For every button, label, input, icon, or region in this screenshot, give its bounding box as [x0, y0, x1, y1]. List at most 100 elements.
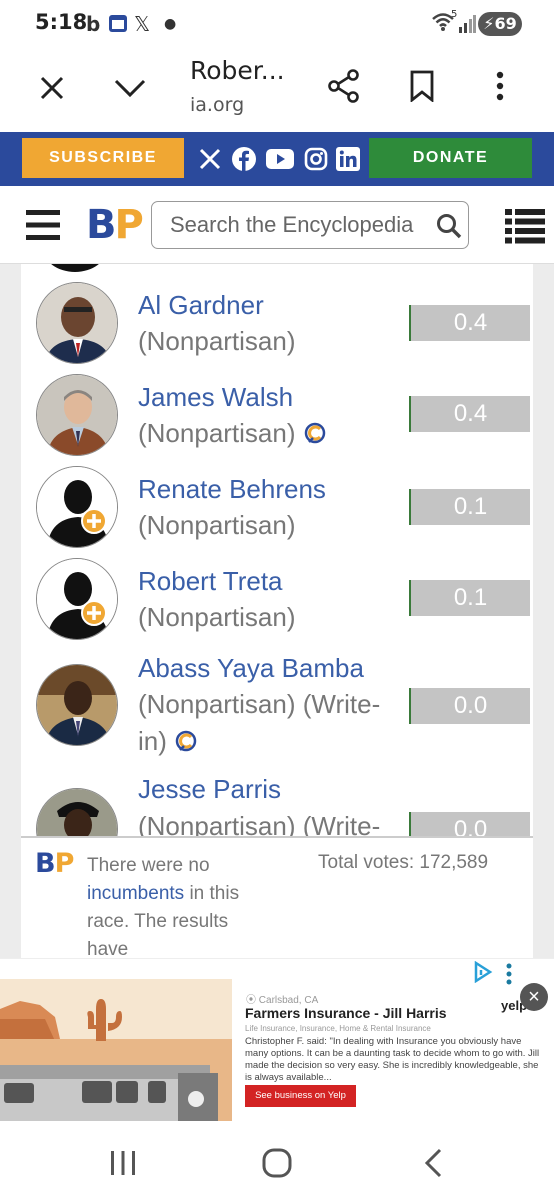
- collapse-button[interactable]: [108, 66, 152, 110]
- bp-header: BP: [0, 186, 554, 264]
- ad-body: Christopher F. said: "In dealing with In…: [245, 1036, 540, 1083]
- x-social-link[interactable]: [196, 145, 224, 173]
- screen: 5:18 b 𝕏 ● 5 ⚡69 Rober... ia.org SUBSCRI…: [0, 0, 554, 1200]
- candidate-party: (Nonpartisan): [138, 415, 393, 454]
- avatar[interactable]: [36, 558, 118, 640]
- candidate-name-link[interactable]: Al Gardner: [138, 290, 264, 321]
- search-icon[interactable]: [436, 213, 462, 244]
- ad-image[interactable]: [0, 979, 232, 1121]
- bp-logo[interactable]: BP: [86, 202, 144, 248]
- bookmark-button[interactable]: [400, 64, 444, 108]
- home-button[interactable]: [257, 1143, 297, 1183]
- results-footer: BP There were no incumbents in this race…: [21, 836, 533, 958]
- back-button[interactable]: [413, 1143, 453, 1183]
- candidate-party: (Nonpartisan) (Write-in): [138, 686, 393, 762]
- vote-percentage: 0.4: [409, 305, 530, 341]
- youtube-icon: [266, 149, 294, 169]
- candidate-party: (Nonpartisan): [138, 602, 296, 632]
- placeholder-person-icon: [37, 559, 117, 639]
- candidate-row: Jesse Parris (Nonpartisan) (Write- 0.0: [21, 770, 533, 836]
- search-input[interactable]: [170, 202, 430, 248]
- page-title[interactable]: Rober...: [190, 56, 285, 85]
- more-menu-button[interactable]: [478, 64, 522, 108]
- subscribe-button[interactable]: SUBSCRIBE: [22, 138, 184, 178]
- status-time: 5:18: [35, 10, 88, 34]
- candidate-name-link[interactable]: Renate Behrens: [138, 474, 326, 505]
- candidate-party: (Nonpartisan): [138, 326, 296, 356]
- hamburger-icon: [26, 210, 60, 240]
- logo-p: P: [114, 202, 144, 248]
- linkedin-icon: [336, 147, 360, 171]
- candidate-party: (Nonpartisan) (Write-: [138, 811, 381, 836]
- vote-percentage: 0.1: [409, 489, 530, 525]
- avatar[interactable]: [36, 374, 118, 456]
- linkedin-link[interactable]: [334, 145, 362, 173]
- candidate-party: (Nonpartisan): [138, 510, 296, 540]
- wifi-label: 5: [451, 9, 458, 20]
- calendar-icon: [108, 13, 128, 38]
- back-icon: [424, 1148, 442, 1178]
- placeholder-person-icon: [37, 467, 117, 547]
- facebook-icon: [232, 147, 256, 171]
- recents-icon: [111, 1151, 135, 1175]
- main-menu-button[interactable]: [24, 205, 62, 245]
- bookmark-icon: [410, 70, 434, 102]
- results-panel: Al Gardner (Nonpartisan) 0.4 James Walsh…: [0, 264, 554, 958]
- search-box: [151, 201, 469, 249]
- instagram-link[interactable]: [302, 145, 330, 173]
- avatar[interactable]: [36, 788, 118, 836]
- bp-top-bar: SUBSCRIBE DONATE: [0, 132, 554, 186]
- candidate-name-link[interactable]: Jesse Parris: [138, 774, 281, 805]
- vote-percentage: 0.0: [409, 688, 530, 724]
- candidate-name-link[interactable]: Robert Treta: [138, 566, 283, 597]
- ad-banner[interactable]: ⦿ Carlsbad, CA Farmers Insurance - Jill …: [0, 958, 554, 1121]
- page-domain[interactable]: ia.org: [190, 94, 244, 116]
- close-tab-button[interactable]: [30, 66, 74, 110]
- candidate-connection-icon[interactable]: [175, 725, 197, 762]
- avatar[interactable]: [36, 282, 118, 364]
- status-bar: 5:18 b 𝕏 ● 5 ⚡69: [0, 0, 554, 46]
- avatar[interactable]: [36, 664, 118, 746]
- list-icon: [505, 209, 545, 244]
- note-text: There were no: [87, 855, 210, 876]
- home-icon: [262, 1148, 292, 1178]
- battery-level: 69: [494, 14, 517, 33]
- results-card: Al Gardner (Nonpartisan) 0.4 James Walsh…: [21, 264, 533, 958]
- recents-button[interactable]: [103, 1145, 143, 1181]
- ad-location: ⦿ Carlsbad, CA: [246, 995, 319, 1006]
- close-icon: [40, 76, 64, 100]
- avatar[interactable]: [36, 466, 118, 548]
- battery-icon: ⚡69: [478, 12, 522, 36]
- browser-toolbar: Rober... ia.org: [0, 46, 554, 132]
- ad-close-button[interactable]: ×: [520, 983, 548, 1011]
- chevron-down-icon: [114, 79, 146, 98]
- dot-icon: ●: [164, 16, 177, 32]
- bp-mini-logo: BP: [35, 848, 75, 879]
- adchoices-icon[interactable]: [472, 960, 494, 984]
- facebook-link[interactable]: [230, 145, 258, 173]
- results-note: There were no incumbents in this race. T…: [87, 852, 247, 958]
- ad-subtitle: Life Insurance, Insurance, Home & Rental…: [245, 1024, 431, 1033]
- logo-p: P: [54, 848, 75, 879]
- total-votes: Total votes: 172,589: [318, 852, 489, 873]
- table-of-contents-button[interactable]: [504, 207, 546, 245]
- logo-b: B: [86, 202, 116, 248]
- bing-icon: b: [86, 12, 101, 36]
- x-icon: [199, 148, 221, 170]
- ad-title[interactable]: Farmers Insurance - Jill Harris: [245, 1005, 447, 1021]
- candidate-party-text: (Nonpartisan): [138, 418, 296, 448]
- youtube-link[interactable]: [265, 145, 295, 173]
- donate-button[interactable]: DONATE: [369, 138, 532, 178]
- candidate-name-link[interactable]: Abass Yaya Bamba: [138, 653, 364, 684]
- instagram-icon: [304, 147, 328, 171]
- ad-cta-button[interactable]: See business on Yelp: [245, 1085, 356, 1107]
- system-nav-bar: [0, 1121, 554, 1200]
- more-vert-icon: [496, 71, 504, 101]
- share-button[interactable]: [322, 64, 366, 108]
- ad-menu-icon[interactable]: [505, 963, 513, 990]
- vote-percentage: 0.1: [409, 580, 530, 616]
- candidate-name-link[interactable]: James Walsh: [138, 382, 293, 413]
- incumbents-link[interactable]: incumbents: [87, 883, 184, 904]
- candidate-connection-icon[interactable]: [304, 417, 326, 454]
- x-icon: 𝕏: [134, 12, 151, 36]
